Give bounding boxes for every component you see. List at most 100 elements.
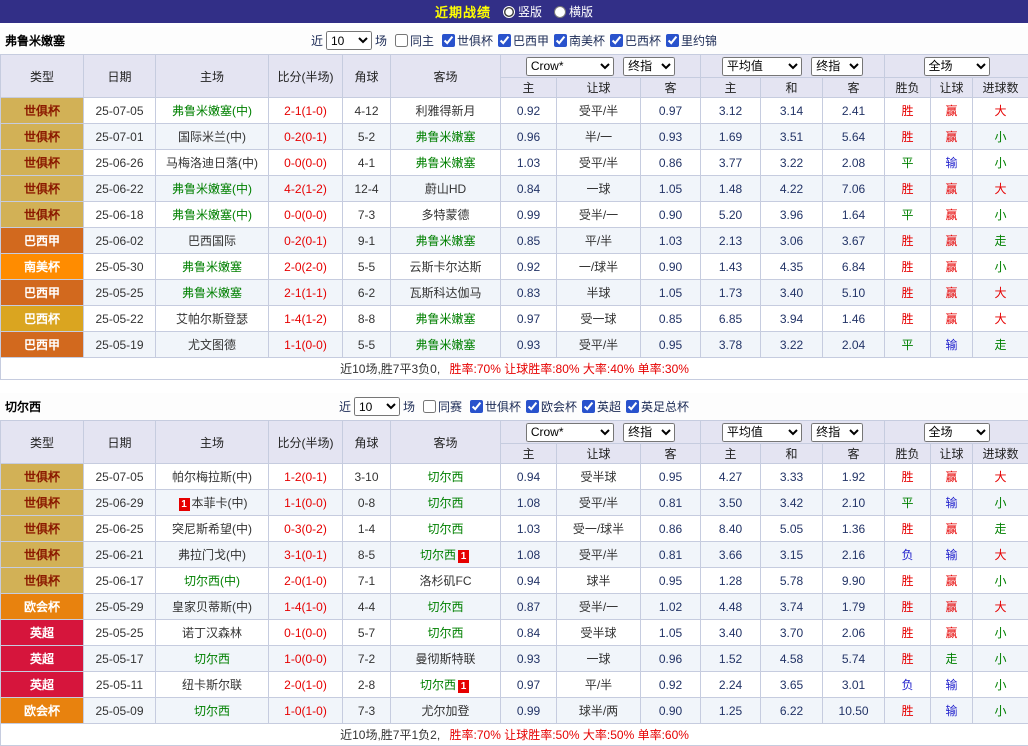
col-home: 主场 [156,421,269,464]
result-goals: 小 [973,672,1028,698]
league-checkbox[interactable] [470,400,483,413]
away-team-name: 切尔西 [427,522,463,536]
away-team: 切尔西 [391,490,501,516]
league-filter[interactable]: 欧会杯 [521,398,577,415]
subcol-result-wdl: 胜负 [885,78,931,98]
match-score: 1-0(0-0) [269,646,343,672]
league-type-badge: 南美杯 [1,254,84,280]
away-team-name: 弗鲁米嫩塞 [415,156,475,170]
avg-odds-home: 1.28 [701,568,761,594]
away-team-name: 利雅得新月 [415,104,475,118]
league-filters: 世俱杯巴西甲南美杯巴西杯里约锦 [437,32,717,50]
layout-vertical-option[interactable]: 竖版 [503,3,542,20]
league-type-badge: 巴西甲 [1,228,84,254]
away-team-name: 切尔西 [427,626,463,640]
odds-away: 0.90 [641,202,701,228]
corner-count: 4-4 [343,594,391,620]
final-odds-select-2[interactable]: 终指 [811,423,863,442]
league-filter[interactable]: 世俱杯 [465,398,521,415]
result-goals: 大 [973,98,1028,124]
league-filter[interactable]: 世俱杯 [437,32,493,49]
away-team-name: 弗鲁米嫩塞 [415,312,475,326]
away-team-name: 尤尔加登 [421,704,469,718]
avg-odds-away: 2.08 [823,150,885,176]
corner-count: 1-4 [343,516,391,542]
home-team: 弗鲁米嫩塞(中) [156,176,269,202]
final-odds-select-2[interactable]: 终指 [811,57,863,76]
home-team-name: 马梅洛迪日落(中) [166,156,258,170]
league-filter[interactable]: 英超 [577,398,621,415]
home-team-name: 诺丁汉森林 [182,626,242,640]
handicap-line: 受半球 [557,464,641,490]
result-wdl: 胜 [885,516,931,542]
league-filter[interactable]: 英足总杯 [621,398,689,415]
avg-odds-away: 2.16 [823,542,885,568]
vertical-radio[interactable] [503,6,515,18]
league-checkbox[interactable] [498,34,511,47]
match-date: 25-06-22 [84,176,156,202]
result-goals: 小 [973,254,1028,280]
corner-count: 12-4 [343,176,391,202]
avg-odds-away: 6.84 [823,254,885,280]
league-checkbox[interactable] [610,34,623,47]
layout-horizontal-option[interactable]: 横版 [554,3,593,20]
away-team: 弗鲁米嫩塞 [391,150,501,176]
away-team-name: 切尔西 [427,470,463,484]
same-home-filter[interactable]: 同主 [390,32,434,49]
league-checkbox[interactable] [626,400,639,413]
average-select[interactable]: 平均值 [722,423,802,442]
league-checkbox[interactable] [554,34,567,47]
avg-odds-away: 9.90 [823,568,885,594]
subcol-avg-away: 客 [823,444,885,464]
away-team: 云斯卡尔达斯 [391,254,501,280]
result-handicap: 赢 [931,176,973,202]
league-filter[interactable]: 巴西甲 [493,32,549,49]
league-type-badge: 巴西甲 [1,332,84,358]
col-date: 日期 [84,421,156,464]
away-team-name: 切尔西 [420,548,456,562]
league-checkbox[interactable] [666,34,679,47]
games-count-select[interactable]: 10 [326,31,372,50]
average-select[interactable]: 平均值 [722,57,802,76]
avg-odds-away: 7.06 [823,176,885,202]
league-checkbox[interactable] [442,34,455,47]
league-filter[interactable]: 巴西杯 [605,32,661,49]
corner-count: 7-1 [343,568,391,594]
league-filter[interactable]: 里约锦 [661,32,717,49]
handicap-line: 半球 [557,280,641,306]
same-competition-filter[interactable]: 同赛 [418,398,462,415]
games-count-select[interactable]: 10 [354,397,400,416]
result-handicap: 输 [931,672,973,698]
horizontal-radio[interactable] [554,6,566,18]
summary-row: 近10场,胜7平3负0, 胜率:70% 让球胜率:80% 大率:40% 单率:3… [1,358,1028,380]
corner-count: 4-1 [343,150,391,176]
result-group: 全场 [885,421,1028,444]
odds-home: 1.08 [501,490,557,516]
same-competition-checkbox[interactable] [423,400,436,413]
final-odds-select-1[interactable]: 终指 [623,57,675,76]
bookmaker-select[interactable]: Crow* [526,57,614,76]
final-odds-select-1[interactable]: 终指 [623,423,675,442]
result-handicap: 赢 [931,594,973,620]
match-score: 4-2(1-2) [269,176,343,202]
fulltime-select[interactable]: 全场 [924,57,990,76]
games-label: 场 [375,32,387,49]
league-type-badge: 欧会杯 [1,698,84,724]
result-handicap: 赢 [931,124,973,150]
handicap-line: 一球 [557,646,641,672]
odds-away: 0.93 [641,124,701,150]
result-handicap: 输 [931,698,973,724]
avg-odds-draw: 4.22 [761,176,823,202]
result-handicap: 赢 [931,464,973,490]
fulltime-select[interactable]: 全场 [924,423,990,442]
league-checkbox[interactable] [526,400,539,413]
result-wdl: 胜 [885,228,931,254]
league-type-badge: 世俱杯 [1,202,84,228]
subcol-result-goals: 进球数 [973,78,1028,98]
handicap-line: 球半/两 [557,698,641,724]
league-filter[interactable]: 南美杯 [549,32,605,49]
league-checkbox[interactable] [582,400,595,413]
bookmaker-select[interactable]: Crow* [526,423,614,442]
home-team: 弗鲁米嫩塞(中) [156,202,269,228]
same-home-checkbox[interactable] [395,34,408,47]
